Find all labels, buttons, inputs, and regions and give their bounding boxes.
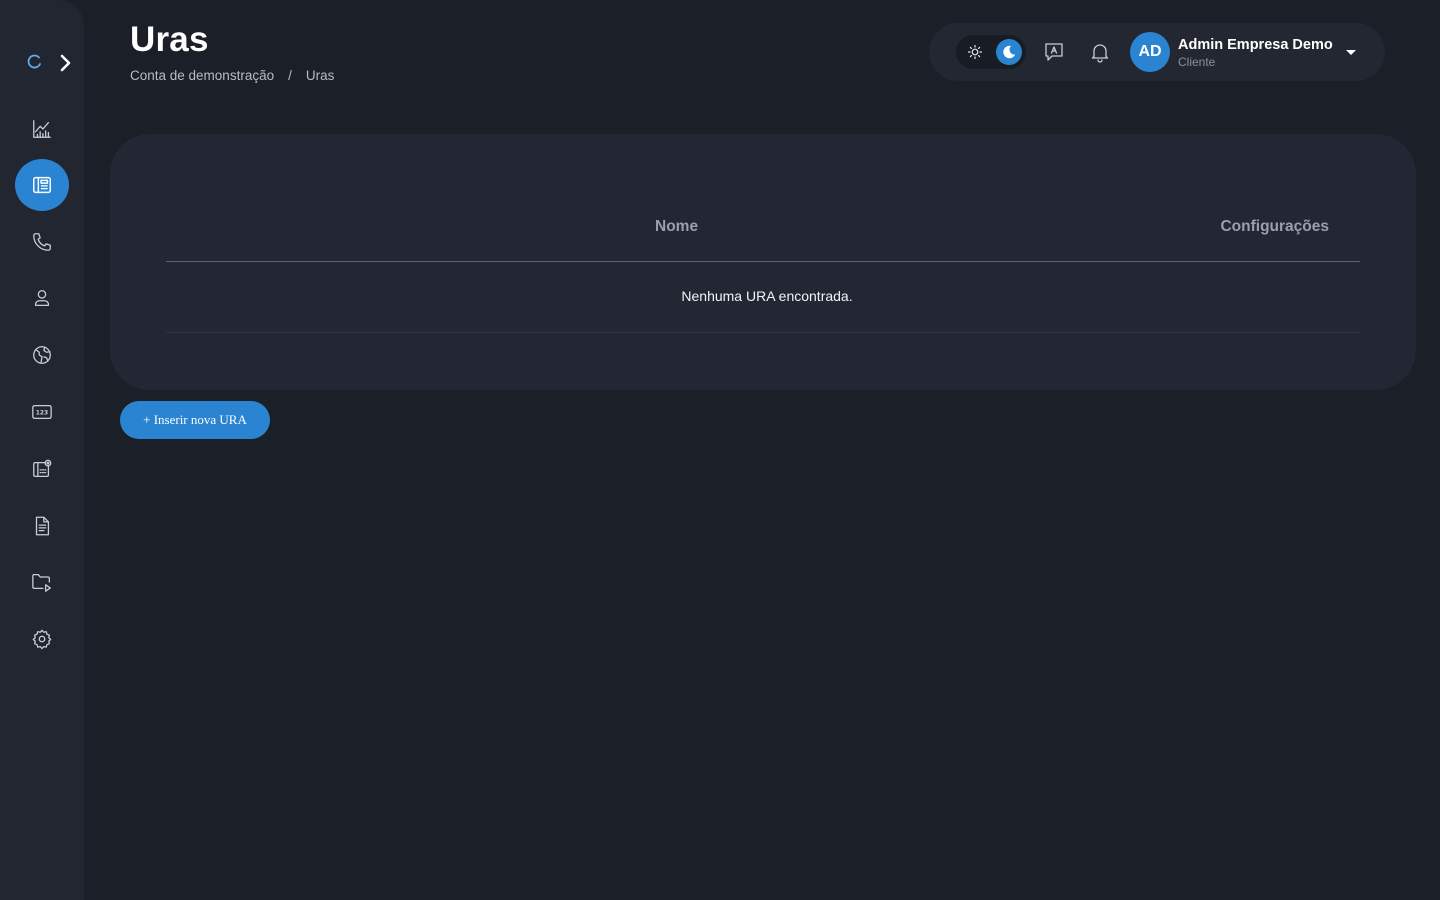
chevron-right-icon[interactable] [56, 52, 76, 74]
support-chat-button[interactable] [1042, 40, 1066, 64]
user-role: Cliente [1178, 55, 1216, 69]
theme-toggle[interactable] [956, 35, 1026, 69]
table-empty-row: Nenhuma URA encontrada. [166, 262, 1360, 333]
chat-support-icon [1045, 43, 1063, 61]
column-header-name[interactable]: Nome [655, 218, 698, 236]
dark-mode-button[interactable] [996, 39, 1022, 65]
bell-icon [1091, 44, 1109, 63]
breadcrumb-item-account[interactable]: Conta de demonstração [130, 68, 274, 83]
empty-message: Nenhuma URA encontrada. [681, 288, 853, 304]
moon-icon [1003, 45, 1016, 59]
breadcrumb-separator: / [288, 68, 292, 83]
sidebar-item-documents[interactable] [15, 500, 69, 552]
phone-icon [33, 233, 51, 251]
uras-table: Nome Configurações Nenhuma URA encontrad… [166, 204, 1360, 333]
caret-down-icon[interactable] [1345, 47, 1357, 57]
sidebar-item-uras[interactable] [15, 159, 69, 211]
sidebar-item-users[interactable] [15, 272, 69, 324]
numbers-123-icon: 123 [32, 404, 52, 420]
sidebar-item-calls[interactable] [15, 216, 69, 268]
add-ura-button[interactable]: + Inserir nova URA [120, 401, 270, 439]
media-folder-icon [32, 574, 51, 592]
sun-icon [967, 44, 983, 60]
document-icon [35, 516, 50, 536]
sidebar-item-numbers[interactable]: 123 [15, 386, 69, 438]
sidebar-item-ura-settings[interactable] [15, 443, 69, 495]
avatar[interactable]: AD [1130, 32, 1170, 72]
gear-icon [32, 629, 52, 650]
column-header-settings: Configurações [1220, 218, 1329, 235]
ura-settings-icon [33, 459, 52, 477]
breadcrumb-item-current: Uras [305, 68, 335, 83]
ura-icon [33, 176, 51, 194]
sidebar-top [0, 48, 84, 78]
breadcrumb: Conta de demonstração / Uras [130, 68, 334, 83]
sidebar-item-settings[interactable] [15, 613, 69, 665]
sidebar-item-media[interactable] [15, 556, 69, 608]
user-name[interactable]: Admin Empresa Demo [1178, 37, 1333, 53]
user-icon [34, 290, 50, 306]
uras-card: Nome Configurações Nenhuma URA encontrad… [110, 134, 1416, 390]
notifications-button[interactable] [1088, 40, 1112, 64]
sidebar: 123 [0, 0, 84, 900]
sidebar-item-global[interactable] [15, 329, 69, 381]
table-header: Nome Configurações [166, 204, 1360, 262]
page-title: Uras [130, 20, 209, 59]
loading-logo-icon [27, 54, 41, 69]
globe-icon [33, 346, 51, 364]
sidebar-item-dashboard[interactable] [15, 103, 69, 155]
chart-icon [33, 120, 51, 138]
light-mode-button[interactable] [962, 39, 988, 65]
top-bar: AD Admin Empresa Demo Cliente [929, 23, 1385, 81]
svg-text:123: 123 [36, 409, 48, 416]
